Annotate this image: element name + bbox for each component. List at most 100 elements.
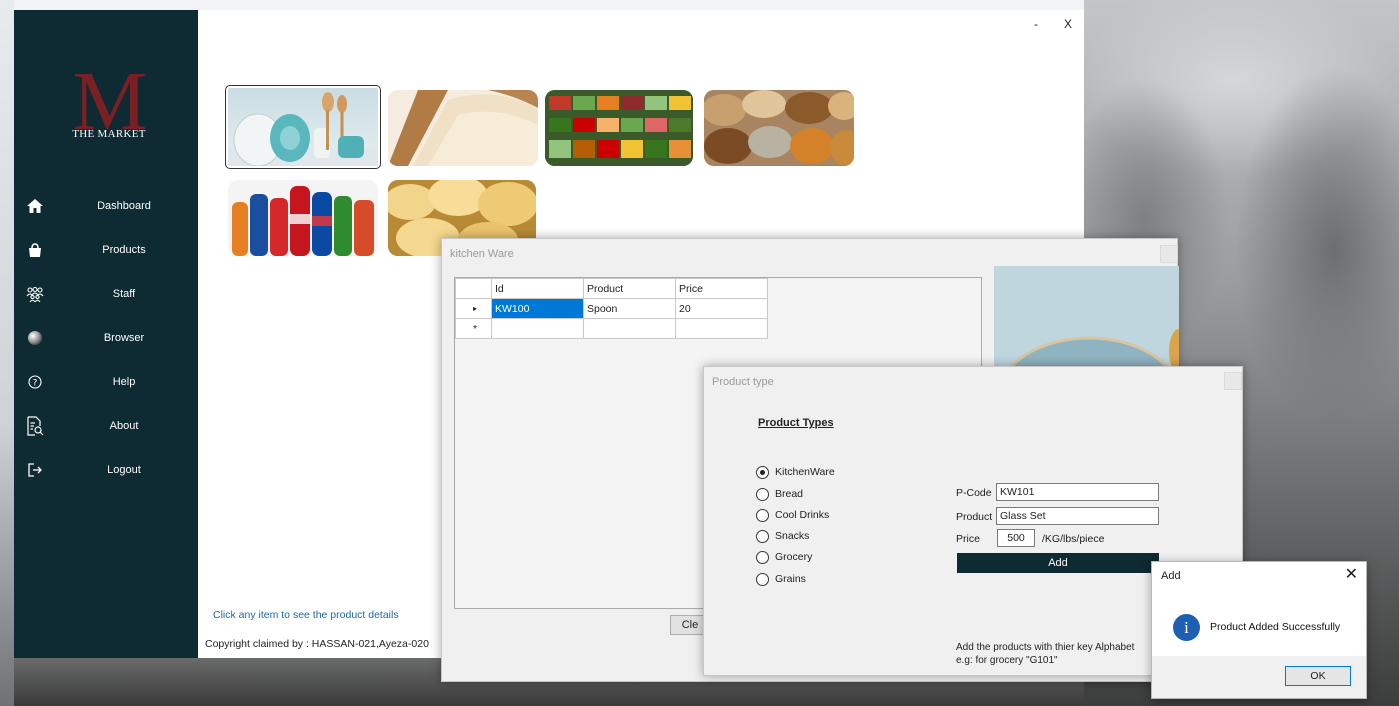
tile-bread[interactable]	[388, 90, 538, 166]
ok-button[interactable]: OK	[1285, 666, 1351, 686]
dialog-footer: OK	[1152, 656, 1366, 698]
logout-icon	[26, 461, 44, 479]
sidebar-item-about[interactable]: About	[14, 411, 198, 441]
window-controls: - X	[1020, 14, 1084, 34]
radio-snacks[interactable]: Snacks	[756, 528, 809, 544]
minimize-button[interactable]: -	[1020, 14, 1052, 34]
cell-product[interactable]: Spoon	[583, 298, 676, 319]
dialog-message: Product Added Successfully	[1210, 621, 1341, 633]
cell-product[interactable]	[583, 318, 676, 339]
tile-grains[interactable]	[704, 90, 854, 166]
sidebar-item-label: Browser	[103, 332, 145, 344]
cell-id[interactable]	[491, 318, 584, 339]
sidebar-item-label: Dashboard	[97, 200, 151, 212]
brand-logo: M THE MARKET	[54, 60, 164, 148]
radio-label: Grocery	[775, 551, 813, 563]
hint-note: Add the products with thier key Alphabet…	[956, 641, 1156, 667]
table-new-row[interactable]: *	[455, 318, 768, 339]
sidebar-item-staff[interactable]: Staff	[14, 279, 198, 309]
radio-label: Bread	[775, 488, 804, 500]
product-input[interactable]: Glass Set	[996, 507, 1159, 525]
window-title: kitchen Ware	[450, 248, 514, 260]
product-label: Product	[956, 511, 993, 523]
radio-kitchenware[interactable]: KitchenWare	[756, 464, 835, 480]
hint-note-line-2: e.g: for grocery "G101"	[956, 655, 1058, 666]
desktop-wallpaper-top	[14, 0, 1084, 10]
products-table: Id Product Price ▸ KW100 Spoon 20 *	[455, 278, 768, 339]
radio-bread[interactable]: Bread	[756, 486, 803, 502]
radio-button[interactable]	[756, 508, 769, 522]
kitchen-ware-preview-image	[994, 266, 1179, 366]
sidebar-item-label: Logout	[107, 464, 141, 476]
row-header-corner	[455, 278, 492, 299]
window-title: Product type	[712, 376, 774, 388]
close-button[interactable]	[1224, 372, 1242, 390]
price-unit-label: /KG/lbs/piece	[1042, 533, 1105, 545]
grocery-image	[545, 90, 693, 166]
sidebar-item-label: About	[109, 420, 139, 432]
radio-button[interactable]	[756, 529, 769, 543]
close-button[interactable]: X	[1052, 14, 1084, 34]
shopping-bag-icon	[26, 241, 44, 259]
tile-cool-drinks[interactable]	[228, 180, 378, 256]
add-button[interactable]: Add	[957, 553, 1159, 573]
home-icon	[26, 197, 44, 215]
bread-image	[388, 90, 538, 166]
current-row-marker: ▸	[455, 298, 492, 319]
radio-button[interactable]	[756, 465, 769, 479]
help-icon: ?	[26, 373, 44, 391]
radio-label: Cool Drinks	[775, 509, 830, 521]
radio-cool-drinks[interactable]: Cool Drinks	[756, 507, 829, 523]
radio-label: Snacks	[775, 530, 810, 542]
radio-grains[interactable]: Grains	[756, 571, 806, 587]
product-types-heading: Product Types	[758, 417, 834, 429]
cell-price[interactable]: 20	[675, 298, 768, 319]
info-icon: i	[1173, 614, 1200, 641]
sidebar-item-label: Staff	[112, 288, 136, 300]
radio-button[interactable]	[756, 572, 769, 586]
sidebar-item-help[interactable]: ? Help	[14, 367, 198, 397]
message-dialog: Add ✕ i Product Added Successfully OK	[1151, 561, 1367, 699]
radio-button[interactable]	[756, 550, 769, 564]
dialog-title: Add	[1161, 570, 1181, 582]
kitchen-ware-image	[228, 92, 378, 166]
sidebar-item-label: Help	[112, 376, 136, 388]
column-header-product[interactable]: Product	[583, 278, 676, 299]
cell-price[interactable]	[675, 318, 768, 339]
pcode-input[interactable]: KW101	[996, 483, 1159, 501]
sidebar-item-dashboard[interactable]: Dashboard	[14, 191, 198, 221]
hint-note-line-1: Add the products with thier key Alphabet	[956, 642, 1135, 653]
table-header-row: Id Product Price	[455, 278, 768, 299]
radio-label: KitchenWare	[775, 466, 835, 478]
brand-name: THE MARKET	[72, 128, 146, 140]
copyright-text: Copyright claimed by : HASSAN-021,Ayeza-…	[205, 638, 429, 650]
hint-text: Click any item to see the product detail…	[213, 609, 399, 621]
grains-image	[704, 90, 854, 166]
close-icon[interactable]: ✕	[1345, 564, 1358, 584]
globe-icon	[26, 329, 44, 347]
desktop-wallpaper	[0, 0, 14, 706]
sidebar-item-products[interactable]: Products	[14, 235, 198, 265]
price-label: Price	[956, 533, 980, 545]
sidebar-item-logout[interactable]: Logout	[14, 455, 198, 485]
new-row-marker: *	[455, 318, 492, 339]
table-row[interactable]: ▸ KW100 Spoon 20	[455, 298, 768, 319]
radio-label: Grains	[775, 573, 806, 585]
svg-text:?: ?	[33, 379, 38, 389]
column-header-price[interactable]: Price	[675, 278, 768, 299]
sidebar-item-label: Products	[102, 244, 146, 256]
tile-grocery[interactable]	[545, 90, 693, 166]
sidebar: M THE MARKET Dashboard Products Staff Br…	[14, 10, 198, 658]
sidebar-item-browser[interactable]: Browser	[14, 323, 198, 353]
price-input[interactable]: 500	[997, 529, 1035, 547]
radio-grocery[interactable]: Grocery	[756, 549, 812, 565]
document-search-icon	[26, 416, 44, 436]
pcode-label: P-Code	[956, 487, 992, 499]
cool-drinks-image	[228, 180, 378, 256]
column-header-id[interactable]: Id	[491, 278, 584, 299]
close-button[interactable]	[1160, 245, 1178, 263]
tile-kitchen-ware[interactable]	[225, 85, 381, 169]
cell-id[interactable]: KW100	[491, 298, 584, 319]
radio-button[interactable]	[756, 487, 769, 501]
people-icon	[26, 285, 44, 303]
